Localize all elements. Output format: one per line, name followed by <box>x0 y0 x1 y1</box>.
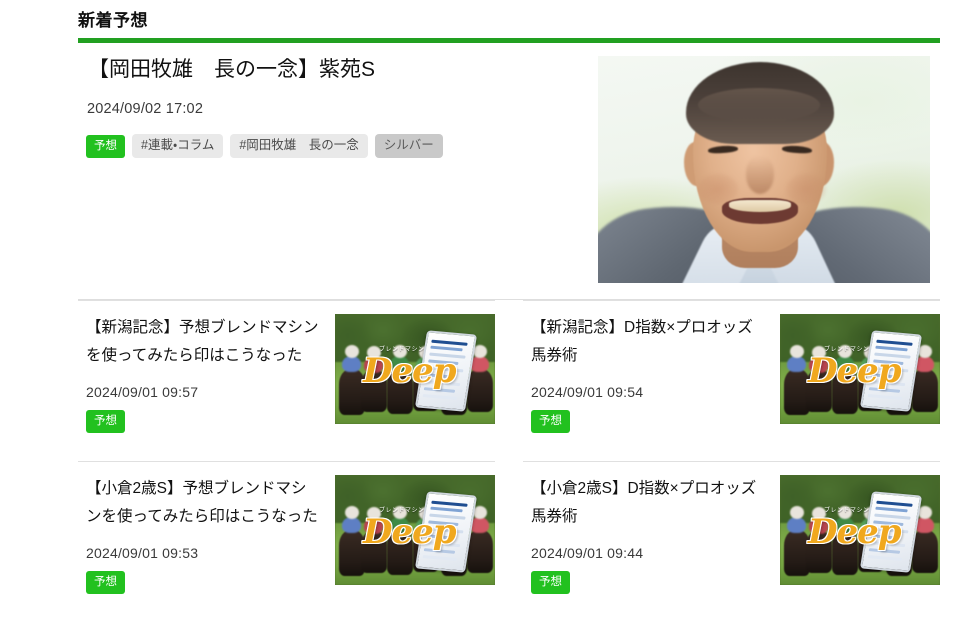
article-badges: 予想 <box>531 571 765 594</box>
article-badges: 予想 <box>531 410 765 433</box>
list-item[interactable]: 【小倉2歳S】D指数×プロオッズ馬券術 2024/09/01 09:44 予想 <box>523 461 940 594</box>
article-row: 【小倉2歳S】予想ブレンドマシンを使ってみたら印はこうなった 2024/09/0… <box>78 461 940 594</box>
portrait-nose <box>746 156 774 194</box>
featured-article-date: 2024/09/02 17:02 <box>87 101 204 117</box>
featured-article-title[interactable]: 【岡田牧雄 長の一念】紫苑S <box>78 51 588 85</box>
cell-divider <box>523 461 940 462</box>
thumb-horse <box>912 529 938 573</box>
article-thumbnail[interactable]: ブレンドマシン Deep <box>335 314 495 424</box>
thumb-deep-logo: Deep <box>363 512 457 552</box>
section-accent-rule <box>78 38 940 43</box>
featured-article[interactable]: 【岡田牧雄 長の一念】紫苑S 2024/09/02 17:02 予想 #連載・コ… <box>78 51 940 289</box>
thumb-horse <box>467 529 493 573</box>
article-card-text: 【小倉2歳S】予想ブレンドマシンを使ってみたら印はこうなった 2024/09/0… <box>78 475 320 594</box>
tag-membership-silver[interactable]: シルバー <box>374 134 443 158</box>
cell-divider <box>523 300 940 301</box>
tag-author-series[interactable]: #岡田牧雄 長の一念 <box>230 134 368 158</box>
thumb-horse <box>467 368 493 412</box>
article-date: 2024/09/01 09:53 <box>86 545 199 561</box>
portrait-cheek-right <box>786 174 826 204</box>
article-thumbnail[interactable]: ブレンドマシン Deep <box>335 475 495 585</box>
thumb-horse <box>912 368 938 412</box>
featured-article-photo[interactable] <box>598 56 930 283</box>
article-badges: 予想 <box>86 571 320 594</box>
article-card-text: 【新潟記念】D指数×プロオッズ馬券術 2024/09/01 09:54 予想 <box>523 314 765 433</box>
article-card[interactable]: 【小倉2歳S】D指数×プロオッズ馬券術 2024/09/01 09:44 予想 <box>523 475 940 594</box>
article-thumbnail[interactable]: ブレンドマシン Deep <box>780 314 940 424</box>
article-badges: 予想 <box>86 410 320 433</box>
thumb-deep-logo: Deep <box>808 351 902 391</box>
portrait-teeth <box>729 200 791 212</box>
article-card[interactable]: 【新潟記念】予想ブレンドマシンを使ってみたら印はこうなった 2024/09/01… <box>78 314 495 433</box>
tag-serial-column[interactable]: #連載・コラム <box>132 134 224 158</box>
featured-article-tags: 予想 #連載・コラム #岡田牧雄 長の一念 シルバー <box>78 117 588 158</box>
article-grid: 【新潟記念】予想ブレンドマシンを使ってみたら印はこうなった 2024/09/01… <box>78 300 940 594</box>
article-row: 【新潟記念】予想ブレンドマシンを使ってみたら印はこうなった 2024/09/01… <box>78 300 940 433</box>
article-date: 2024/09/01 09:57 <box>86 384 199 400</box>
status-badge-yosou[interactable]: 予想 <box>86 571 125 594</box>
cell-divider <box>78 461 495 462</box>
article-card-text: 【新潟記念】予想ブレンドマシンを使ってみたら印はこうなった 2024/09/01… <box>78 314 320 433</box>
page-title: 新着予想 <box>78 11 148 30</box>
thumb-deep-logo: Deep <box>808 512 902 552</box>
thumb-deep-logo: Deep <box>363 351 457 391</box>
page-root: 新着予想 【岡田牧雄 長の一念】紫苑S 2024/09/02 17:02 予想 … <box>0 0 957 639</box>
section-header: 新着予想 <box>78 10 940 43</box>
featured-article-text: 【岡田牧雄 長の一念】紫苑S 2024/09/02 17:02 予想 #連載・コ… <box>78 51 588 158</box>
article-date: 2024/09/01 09:54 <box>531 384 644 400</box>
article-title[interactable]: 【小倉2歳S】D指数×プロオッズ馬券術 <box>531 475 765 531</box>
status-badge-yosou[interactable]: 予想 <box>531 571 570 594</box>
article-title[interactable]: 【新潟記念】予想ブレンドマシンを使ってみたら印はこうなった <box>86 314 320 370</box>
article-card[interactable]: 【新潟記念】D指数×プロオッズ馬券術 2024/09/01 09:54 予想 ブ… <box>523 314 940 433</box>
article-title[interactable]: 【新潟記念】D指数×プロオッズ馬券術 <box>531 314 765 370</box>
status-badge-yosou[interactable]: 予想 <box>86 134 125 158</box>
article-date: 2024/09/01 09:44 <box>531 545 644 561</box>
list-item[interactable]: 【小倉2歳S】予想ブレンドマシンを使ってみたら印はこうなった 2024/09/0… <box>78 461 495 594</box>
article-thumbnail[interactable]: ブレンドマシン Deep <box>780 475 940 585</box>
article-title[interactable]: 【小倉2歳S】予想ブレンドマシンを使ってみたら印はこうなった <box>86 475 320 531</box>
article-card-text: 【小倉2歳S】D指数×プロオッズ馬券術 2024/09/01 09:44 予想 <box>523 475 765 594</box>
status-badge-yosou[interactable]: 予想 <box>531 410 570 433</box>
list-item[interactable]: 【新潟記念】予想ブレンドマシンを使ってみたら印はこうなった 2024/09/01… <box>78 300 495 433</box>
article-card[interactable]: 【小倉2歳S】予想ブレンドマシンを使ってみたら印はこうなった 2024/09/0… <box>78 475 495 594</box>
status-badge-yosou[interactable]: 予想 <box>86 410 125 433</box>
cell-divider <box>78 300 495 301</box>
list-item[interactable]: 【新潟記念】D指数×プロオッズ馬券術 2024/09/01 09:54 予想 ブ… <box>523 300 940 433</box>
